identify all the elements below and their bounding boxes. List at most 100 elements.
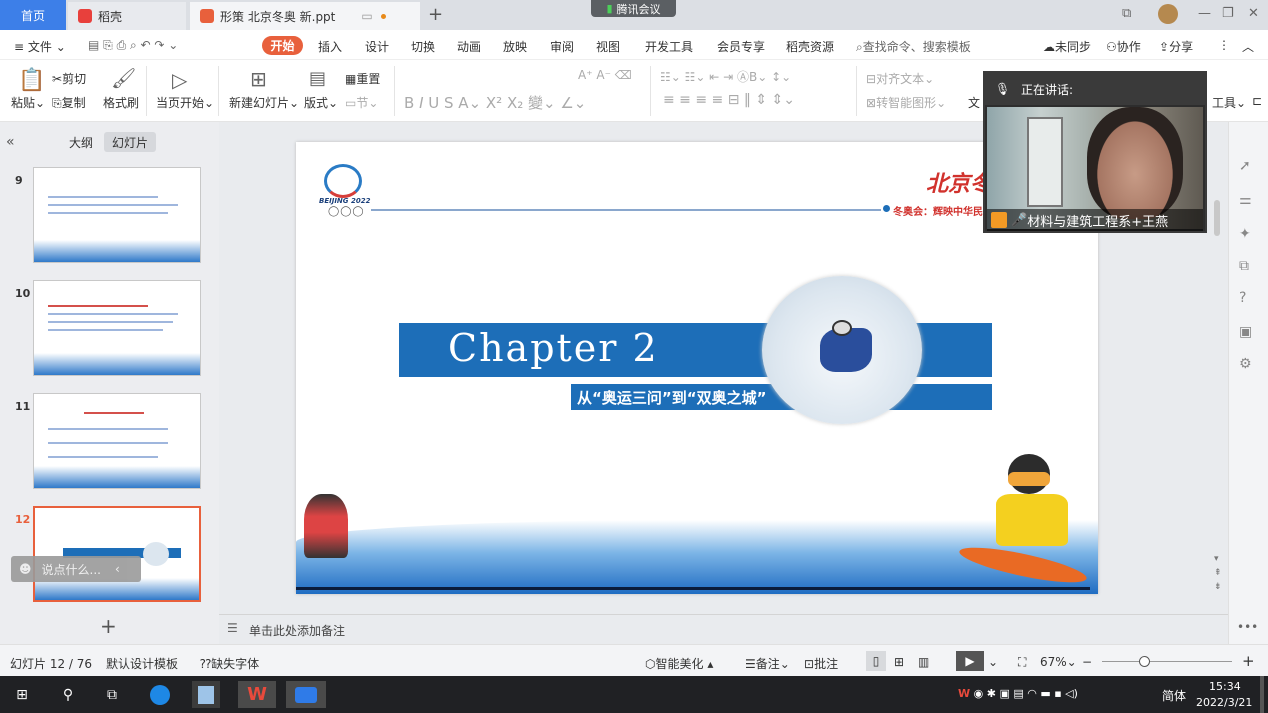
list-buttons[interactable]: ☷⌄ ☷⌄ ⇤ ⇥ ⒶB⌄ ↕⌄ [660,68,791,85]
grid-view-icon[interactable]: ⊞ [894,655,904,669]
slide-thumbnail[interactable] [33,167,201,263]
section-button[interactable]: ▭节⌄ [345,94,378,111]
slide-thumbnail-selected[interactable] [33,506,201,602]
menu-file[interactable]: ≡ 文件 ⌄ [14,38,66,55]
slide[interactable]: BEIJING 2022 ◯◯◯ 冬奥会：辉映中华民 北京冬 Chapter 2… [296,142,1098,594]
paste-icon[interactable]: 📋 [18,68,45,93]
zoom-slider[interactable] [1102,661,1232,662]
normal-view-icon[interactable]: ▯ [866,651,886,671]
format-painter-button[interactable]: 格式刷 [103,94,139,111]
share-button[interactable]: ⇪分享 [1159,38,1193,55]
new-tab-button[interactable]: + [428,4,443,25]
ime-indicator[interactable]: 简体 [1162,687,1186,704]
system-tray-icons[interactable]: W ◉ ✱ ▣ ▤ ◠ ▬ ▪ ◁) [958,687,1078,700]
menu-design[interactable]: 设计 [365,38,389,55]
collapse-panel-icon[interactable]: « [6,134,15,150]
minimize-icon[interactable]: — [1198,6,1211,21]
comment-button[interactable]: ⊡批注 [804,655,838,672]
layout-button[interactable]: 版式⌄ [304,94,338,111]
smart-beautify-button[interactable]: ⬡智能美化 ▴ [645,655,713,672]
menu-slideshow[interactable]: 放映 [503,38,527,55]
clock-time[interactable]: 15:34 [1209,680,1241,693]
slide-thumbnail[interactable] [33,280,201,376]
restore-icon[interactable]: ❐ [1222,6,1234,21]
clock-date[interactable]: 2022/3/21 [1196,696,1252,709]
tools-button[interactable]: 工具⌄ [1212,94,1246,111]
menu-start[interactable]: 开始 [262,36,303,55]
play-slideshow-button[interactable]: ▶ [956,651,984,671]
shape-icon[interactable]: ✦ [1239,226,1251,242]
menu-daoke-resources[interactable]: 稻壳资源 [786,38,834,55]
new-slide-icon[interactable]: ⊞ [250,67,267,91]
page-count-icon[interactable]: ⧉ [1122,6,1131,21]
layout-icon[interactable]: ▤ [309,68,326,89]
tencent-meeting-icon[interactable] [286,681,326,708]
collab-button[interactable]: ⚇协作 [1106,38,1141,55]
chapter-title[interactable]: Chapter 2 [448,326,659,370]
tab-outline[interactable]: 大纲 [61,132,101,152]
tab-slides[interactable]: 幻灯片 [104,132,156,152]
close-icon[interactable]: ✕ [1248,6,1259,21]
scroll-arrows[interactable]: ▾ ⇞ ⇟ [1214,552,1222,594]
cut-button[interactable]: ✂剪切 [52,70,86,87]
smart-art-button[interactable]: ⊠转智能图形⌄ [866,94,946,111]
gear-icon[interactable]: ⚙ [1239,356,1252,372]
tab-ppt-document[interactable]: 形策 北京冬奥 新.ppt ▭ [190,2,420,30]
zoom-out-button[interactable]: − [1082,655,1092,669]
search-command[interactable]: ⌕查找命令、搜索模板 [856,38,971,55]
more-icon[interactable]: ⋮ [1218,38,1230,52]
play-icon[interactable]: ▷ [172,68,187,92]
align-text-button[interactable]: ⊟对齐文本⌄ [866,70,934,87]
transition-icon[interactable]: ⧉ [1239,258,1249,274]
menu-animation[interactable]: 动画 [457,38,481,55]
new-slide-button[interactable]: 新建幻灯片⌄ [229,94,299,111]
ribbon-more-icon[interactable]: ⊏ [1252,94,1262,108]
browser-icon[interactable] [146,681,174,708]
adjust-icon[interactable]: ⚌ [1239,192,1252,208]
zoom-slider-handle[interactable] [1139,656,1150,667]
menu-transition[interactable]: 切换 [411,38,435,55]
format-painter-icon[interactable]: 🖌 [111,66,136,90]
notepad-icon[interactable] [192,681,220,708]
help-icon[interactable]: ? [1239,290,1246,306]
copy-button[interactable]: ⎘复制 [52,94,86,111]
vertical-scrollbar[interactable] [1214,200,1220,236]
quick-toolbar-icons[interactable]: ▤ ⎘ ⎙ ⌕ ↶ ↷ ⌄ [88,38,178,53]
align-buttons[interactable]: ≡ ≡ ≡ ≡ ⊟ ‖ ⇕ ⇕⌄ [663,92,795,108]
collapse-ribbon-icon[interactable]: ︿ [1242,38,1254,55]
menu-review[interactable]: 审阅 [550,38,574,55]
add-slide-button[interactable]: + [100,614,117,638]
play-options-icon[interactable]: ⌄ [988,655,998,669]
tab-daoke[interactable]: 稻壳 [68,2,186,30]
video-call-window[interactable]: 🎙 正在讲话: 🎤 材料与建筑工程系+王燕 [983,71,1207,233]
menu-developer[interactable]: 开发工具 [645,38,693,55]
fit-window-icon[interactable]: ⛶ [1018,655,1026,670]
notes-area[interactable]: ☰ 单击此处添加备注 [219,614,1228,644]
zoom-level[interactable]: 67%⌄ [1040,655,1077,669]
chat-input[interactable]: ☻ 说点什么... ‹ [11,556,141,582]
text-button[interactable]: 文 [968,94,980,111]
notes-toggle[interactable]: ☰备注⌄ [745,655,790,672]
text-format-buttons[interactable]: B I U S A⌄ X² X₂ 變⌄ ∠⌄ [404,92,586,113]
tab-home[interactable]: 首页 [0,0,66,30]
missing-font-button[interactable]: ⁇缺失字体 [200,655,259,672]
slide-thumbnail[interactable] [33,393,201,489]
avatar[interactable] [1158,4,1178,24]
image-icon[interactable]: ▣ [1239,324,1252,340]
reading-view-icon[interactable]: ▥ [918,655,929,669]
menu-insert[interactable]: 插入 [318,38,342,55]
more-dots-icon[interactable]: ••• [1237,620,1258,634]
rocket-icon[interactable]: ➚ [1239,158,1251,174]
wps-icon[interactable]: W [238,681,276,708]
zoom-in-button[interactable]: + [1242,652,1255,670]
reset-button[interactable]: ▦重置 [345,70,380,87]
play-from-current-button[interactable]: 当页开始⌄ [156,94,214,111]
menu-member[interactable]: 会员专享 [717,38,765,55]
task-view-icon[interactable]: ⧉ [98,681,126,708]
windows-start-icon[interactable]: ⊞ [8,681,36,708]
search-icon[interactable]: ⚲ [54,681,82,708]
template-name[interactable]: 默认设计模板 [106,655,178,672]
window-icon[interactable]: ▭ [361,9,372,23]
paste-button[interactable]: 粘贴⌄ [11,94,45,111]
menu-view[interactable]: 视图 [596,38,620,55]
